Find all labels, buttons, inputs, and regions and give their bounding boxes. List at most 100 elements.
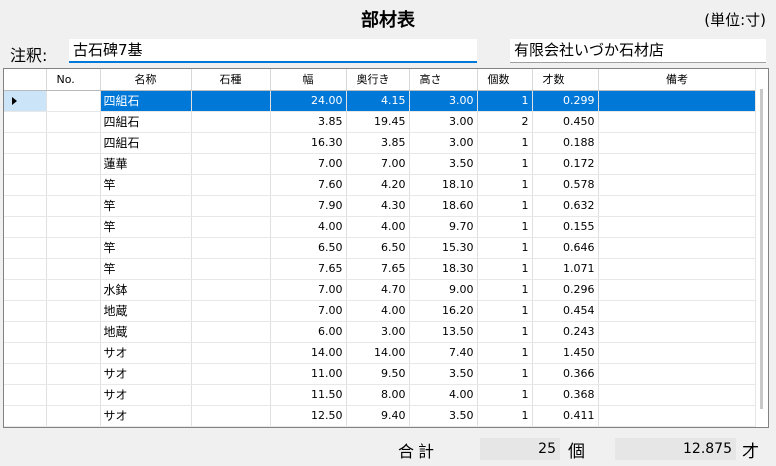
cell-name[interactable]: 地蔵 <box>100 300 192 322</box>
cell-no[interactable] <box>46 258 101 280</box>
cell-width[interactable]: 12.50 <box>270 405 347 427</box>
column-header-sai[interactable]: 才数 <box>532 69 599 91</box>
cell-no[interactable] <box>46 174 101 196</box>
row-header[interactable] <box>4 321 47 343</box>
cell-no[interactable] <box>46 195 101 217</box>
cell-name[interactable]: 竿 <box>100 258 192 280</box>
cell-count[interactable]: 1 <box>477 132 533 154</box>
cell-no[interactable] <box>46 153 101 175</box>
cell-width[interactable]: 3.85 <box>270 111 347 133</box>
cell-note[interactable] <box>598 300 757 322</box>
cell-sai[interactable]: 0.450 <box>532 111 599 133</box>
cell-height[interactable]: 9.70 <box>409 216 478 238</box>
cell-no[interactable] <box>46 405 101 427</box>
cell-no[interactable] <box>46 384 101 406</box>
note-input[interactable]: 古石碑7基 <box>69 39 477 63</box>
table-row[interactable]: 竿 6.50 6.50 15.30 1 0.646 <box>4 237 757 259</box>
cell-name[interactable]: サオ <box>100 405 192 427</box>
cell-note[interactable] <box>598 237 757 259</box>
row-header[interactable] <box>4 90 47 112</box>
cell-sai[interactable]: 1.450 <box>532 342 599 364</box>
cell-stone[interactable] <box>191 384 271 406</box>
parts-grid[interactable]: No. 名称 石種 幅 奥行き 高さ 個数 才数 備考 四組石 24.00 4.15… <box>3 68 769 428</box>
cell-height[interactable]: 18.10 <box>409 174 478 196</box>
cell-height[interactable]: 16.20 <box>409 300 478 322</box>
cell-stone[interactable] <box>191 153 271 175</box>
scrollbar-thumb[interactable] <box>760 89 763 409</box>
cell-stone[interactable] <box>191 258 271 280</box>
cell-height[interactable]: 9.00 <box>409 279 478 301</box>
cell-width[interactable]: 7.00 <box>270 153 347 175</box>
table-row[interactable]: 竿 7.65 7.65 18.30 1 1.071 <box>4 258 757 280</box>
cell-height[interactable]: 3.50 <box>409 363 478 385</box>
table-row[interactable]: サオ 11.50 8.00 4.00 1 0.368 <box>4 384 757 406</box>
cell-depth[interactable]: 4.30 <box>346 195 410 217</box>
cell-depth[interactable]: 14.00 <box>346 342 410 364</box>
cell-sai[interactable]: 0.632 <box>532 195 599 217</box>
cell-sai[interactable]: 0.366 <box>532 363 599 385</box>
cell-sai[interactable]: 0.646 <box>532 237 599 259</box>
cell-name[interactable]: 四組石 <box>100 132 192 154</box>
cell-count[interactable]: 1 <box>477 384 533 406</box>
cell-count[interactable]: 1 <box>477 405 533 427</box>
cell-name[interactable]: 四組石 <box>100 111 192 133</box>
row-header[interactable] <box>4 153 47 175</box>
cell-width[interactable]: 14.00 <box>270 342 347 364</box>
cell-note[interactable] <box>598 195 757 217</box>
cell-note[interactable] <box>598 111 757 133</box>
cell-no[interactable] <box>46 216 101 238</box>
cell-note[interactable] <box>598 321 757 343</box>
cell-note[interactable] <box>598 216 757 238</box>
cell-height[interactable]: 3.00 <box>409 132 478 154</box>
cell-stone[interactable] <box>191 363 271 385</box>
row-header[interactable] <box>4 300 47 322</box>
cell-height[interactable]: 3.00 <box>409 111 478 133</box>
cell-sai[interactable]: 0.188 <box>532 132 599 154</box>
cell-sai[interactable]: 0.299 <box>532 90 599 112</box>
cell-note[interactable] <box>598 342 757 364</box>
row-header[interactable] <box>4 174 47 196</box>
cell-no[interactable] <box>46 111 101 133</box>
cell-note[interactable] <box>598 279 757 301</box>
cell-height[interactable]: 7.40 <box>409 342 478 364</box>
cell-count[interactable]: 1 <box>477 300 533 322</box>
cell-name[interactable]: 水鉢 <box>100 279 192 301</box>
cell-height[interactable]: 4.00 <box>409 384 478 406</box>
cell-depth[interactable]: 7.65 <box>346 258 410 280</box>
cell-name[interactable]: サオ <box>100 384 192 406</box>
cell-no[interactable] <box>46 90 101 112</box>
cell-stone[interactable] <box>191 174 271 196</box>
table-row[interactable]: 竿 7.90 4.30 18.60 1 0.632 <box>4 195 757 217</box>
cell-depth[interactable]: 6.50 <box>346 237 410 259</box>
cell-width[interactable]: 7.65 <box>270 258 347 280</box>
cell-depth[interactable]: 9.50 <box>346 363 410 385</box>
cell-no[interactable] <box>46 132 101 154</box>
cell-height[interactable]: 3.00 <box>409 90 478 112</box>
table-row[interactable]: 竿 4.00 4.00 9.70 1 0.155 <box>4 216 757 238</box>
table-row[interactable]: 四組石 16.30 3.85 3.00 1 0.188 <box>4 132 757 154</box>
cell-height[interactable]: 15.30 <box>409 237 478 259</box>
column-header-depth[interactable]: 奥行き <box>346 69 410 91</box>
cell-count[interactable]: 1 <box>477 321 533 343</box>
cell-stone[interactable] <box>191 195 271 217</box>
cell-height[interactable]: 3.50 <box>409 405 478 427</box>
cell-sai[interactable]: 0.243 <box>532 321 599 343</box>
cell-width[interactable]: 7.00 <box>270 300 347 322</box>
cell-sai[interactable]: 1.071 <box>532 258 599 280</box>
cell-stone[interactable] <box>191 342 271 364</box>
cell-count[interactable]: 1 <box>477 216 533 238</box>
table-row[interactable]: サオ 14.00 14.00 7.40 1 1.450 <box>4 342 757 364</box>
cell-sai[interactable]: 0.411 <box>532 405 599 427</box>
cell-depth[interactable]: 9.40 <box>346 405 410 427</box>
table-row[interactable]: 四組石 24.00 4.15 3.00 1 0.299 <box>4 90 757 112</box>
row-header[interactable] <box>4 216 47 238</box>
table-row[interactable]: サオ 11.00 9.50 3.50 1 0.366 <box>4 363 757 385</box>
column-header-no[interactable]: No. <box>46 69 101 91</box>
cell-name[interactable]: 竿 <box>100 237 192 259</box>
row-header[interactable] <box>4 405 47 427</box>
cell-stone[interactable] <box>191 405 271 427</box>
cell-name[interactable]: 竿 <box>100 195 192 217</box>
cell-count[interactable]: 1 <box>477 258 533 280</box>
table-row[interactable]: 蓮華 7.00 7.00 3.50 1 0.172 <box>4 153 757 175</box>
cell-stone[interactable] <box>191 90 271 112</box>
